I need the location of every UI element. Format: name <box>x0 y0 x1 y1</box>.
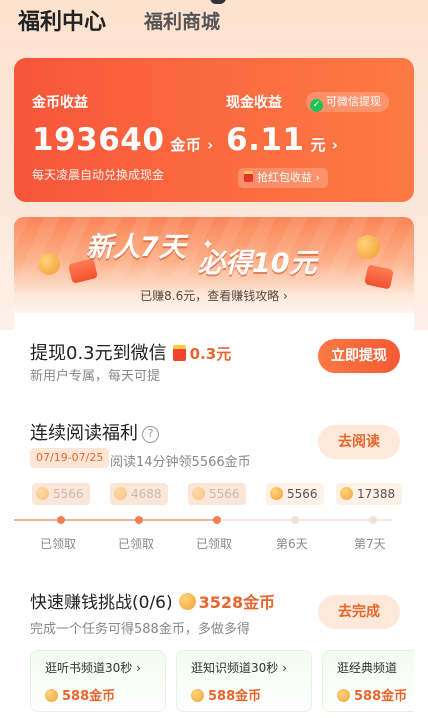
reading-day-coins: 17388 <box>357 487 396 501</box>
challenge-title-row: 快速赚钱挑战(0/6) 3528金币 <box>30 588 275 613</box>
reading-day-label: 已领取 <box>118 537 155 551</box>
challenge-subtitle: 完成一个任务可得588金币，多做多得 <box>30 622 250 637</box>
task-title: 逛听书频道30秒 › <box>45 661 141 675</box>
reading-subtitle: 阅读14分钟领5566金币 <box>110 455 251 470</box>
progress-dot <box>213 516 221 524</box>
reading-title: 连续阅读福利 <box>30 423 138 444</box>
task-reward-text: 588金币 <box>208 689 262 704</box>
reading-day-reward: 4688 <box>110 483 168 505</box>
reading-date-range: 07/19-07/25 <box>30 448 110 468</box>
coin-earnings[interactable]: 金币收益 193640 金币 › 每天凌晨自动兑换成现金 <box>32 58 232 202</box>
banner-title: 新人7天 必得10元 <box>86 225 346 279</box>
newcomer-banner[interactable]: 新人7天 必得10元 ✦ 已赚8.6元，查看赚钱攻略 › <box>14 217 414 313</box>
coin-icon <box>178 593 196 610</box>
challenge-reward: 3528金币 <box>198 593 276 612</box>
withdraw-amount: 0.3元 <box>189 345 232 363</box>
go-complete-button[interactable]: 去完成 <box>318 595 400 629</box>
red-envelope-decoration-icon <box>364 264 394 290</box>
reading-day-reward: 5566 <box>188 483 246 505</box>
red-envelope-icon <box>244 171 253 182</box>
hongbao-earnings-text: 抢红包收益 › <box>257 171 320 184</box>
reading-day-coins: 5566 <box>209 487 240 501</box>
coin-decoration-icon <box>356 235 380 259</box>
challenge-title: 快速赚钱挑战(0/6) <box>30 593 173 613</box>
coin-icon <box>114 487 127 500</box>
progress-dot <box>369 516 377 524</box>
task-reward-text: 588金币 <box>354 689 408 704</box>
progress-track-done <box>14 519 216 521</box>
earning-guide-link[interactable]: 已赚8.6元，查看赚钱攻略 › <box>14 287 414 304</box>
task-reward: 588金币 <box>191 685 261 704</box>
wechat-withdraw-text: 可微信提现 <box>326 95 381 108</box>
help-icon[interactable]: ? <box>142 426 159 443</box>
top-tab-bar: 福利中心 福利商城 <box>0 0 428 48</box>
cash-unit: 元 › <box>310 136 339 154</box>
tab-welfare-mall[interactable]: 福利商城 <box>144 7 220 34</box>
withdraw-title: 提现0.3元到微信 <box>30 343 167 364</box>
progress-dot <box>135 516 143 524</box>
coin-icon <box>270 487 283 500</box>
cash-earnings[interactable]: 现金收益 ✓ 可微信提现 6.11 元 › 抢红包收益 › <box>226 58 406 202</box>
tab-welfare-center[interactable]: 福利中心 <box>18 4 106 36</box>
withdraw-now-button[interactable]: 立即提现 <box>318 339 400 373</box>
reading-day-coins: 5566 <box>287 487 318 501</box>
task-item[interactable]: 逛知识频道30秒 › 588金币 <box>176 650 312 712</box>
reading-day-label: 第7天 <box>354 537 386 551</box>
cash-earnings-value-row: 6.11 元 › <box>226 122 338 158</box>
task-reward: 588金币 <box>337 685 407 704</box>
coin-icon <box>191 689 204 702</box>
reading-day-label: 已领取 <box>196 537 233 551</box>
coin-icon <box>45 689 58 702</box>
coin-earnings-value: 193640 <box>32 122 165 158</box>
task-title: 逛知识频道30秒 › <box>191 661 287 675</box>
task-card: 提现0.3元到微信 0.3元 新用户专属，每天可提 立即提现 连续阅读福利? 07… <box>14 313 414 718</box>
coin-icon <box>192 487 205 500</box>
coin-earnings-label: 金币收益 <box>32 95 88 111</box>
check-icon: ✓ <box>310 99 323 112</box>
task-title: 逛经典频道 <box>337 661 398 675</box>
reading-day-label: 第6天 <box>276 537 308 551</box>
progress-track-pending <box>216 519 392 521</box>
withdraw-title-row: 提现0.3元到微信 0.3元 <box>30 339 231 365</box>
reading-title-row: 连续阅读福利? <box>30 419 159 445</box>
banner-title-part1: 新人7天 <box>86 232 186 263</box>
cash-earnings-label: 现金收益 <box>226 95 282 111</box>
red-envelope-icon <box>172 345 186 361</box>
hongbao-earnings-pill[interactable]: 抢红包收益 › <box>238 168 328 188</box>
cash-earnings-value: 6.11 <box>226 122 305 158</box>
coin-icon <box>337 689 350 702</box>
coin-exchange-note: 每天凌晨自动兑换成现金 <box>32 168 165 182</box>
reading-day-label: 已领取 <box>40 537 77 551</box>
go-read-button[interactable]: 去阅读 <box>318 425 400 459</box>
banner-title-part2: 必得10元 <box>198 248 317 279</box>
wechat-withdraw-badge: ✓ 可微信提现 <box>306 92 389 112</box>
sparkle-icon: ✦ <box>202 237 214 253</box>
coin-icon <box>36 487 49 500</box>
coin-earnings-value-row: 193640 金币 › <box>32 122 214 158</box>
reading-day-coins: 5566 <box>53 487 84 501</box>
task-item[interactable]: 逛经典频道 588金币 <box>322 650 414 712</box>
coin-icon <box>340 487 353 500</box>
task-reward: 588金币 <box>45 685 115 704</box>
earnings-card: 金币收益 193640 金币 › 每天凌晨自动兑换成现金 现金收益 ✓ 可微信提现 … <box>14 58 414 202</box>
reading-day-reward: 5566 <box>32 483 90 505</box>
coin-decoration-icon <box>38 253 60 275</box>
withdraw-subtitle: 新用户专属，每天可提 <box>30 369 161 384</box>
reading-day-coins: 4688 <box>131 487 162 501</box>
coin-unit: 金币 › <box>170 136 214 154</box>
task-reward-text: 588金币 <box>62 689 116 704</box>
reading-day-reward: 17388 <box>336 483 402 505</box>
reading-day-reward: 5566 <box>266 483 324 505</box>
tab-indicator-dot <box>210 0 226 4</box>
progress-dot <box>57 516 65 524</box>
task-item[interactable]: 逛听书频道30秒 › 588金币 <box>30 650 166 712</box>
progress-dot <box>291 516 299 524</box>
